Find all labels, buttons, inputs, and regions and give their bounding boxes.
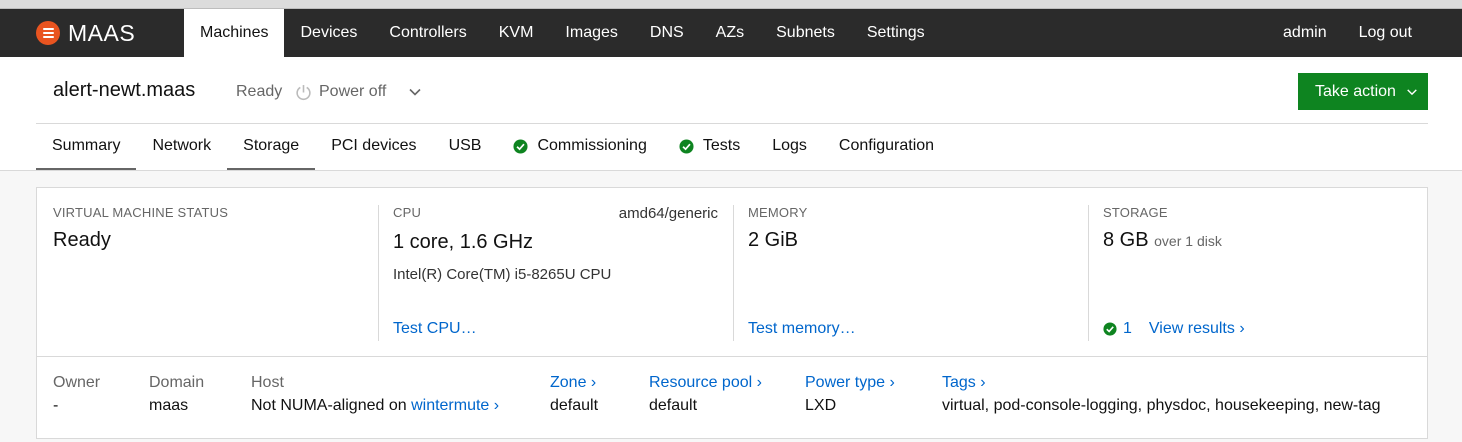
tags-field: Tags › virtual, pod-console-logging, phy… — [942, 374, 1381, 415]
tab-commissioning-label: Commissioning — [537, 137, 647, 154]
nav-machines[interactable]: Machines — [184, 9, 285, 57]
tab-tests-label: Tests — [702, 137, 741, 154]
power-type-value: LXD — [805, 397, 837, 414]
storage-value-row: 8 GB over 1 disk — [1103, 229, 1413, 252]
tab-configuration[interactable]: Configuration — [823, 124, 950, 171]
nav-dns[interactable]: DNS — [634, 9, 700, 57]
owner-value: - — [53, 397, 59, 414]
nav-controllers[interactable]: Controllers — [373, 9, 482, 57]
power-status: Power off — [295, 83, 386, 101]
tags-value: virtual, pod-console-logging, physdoc, h… — [942, 397, 1381, 414]
nav-devices[interactable]: Devices — [284, 9, 373, 57]
memory-value: 2 GiB — [748, 229, 799, 251]
power-status-label: Power off — [319, 83, 387, 100]
power-type-link[interactable]: Power type › — [805, 374, 895, 391]
header-bottom-border — [0, 170, 1462, 171]
tab-summary[interactable]: Summary — [36, 124, 137, 171]
column-divider — [733, 205, 734, 341]
nav-azs[interactable]: AZs — [700, 9, 760, 57]
tab-pci-devices[interactable]: PCI devices — [315, 124, 432, 171]
chevron-down-icon — [1407, 88, 1417, 95]
storage-value: 8 GB — [1103, 229, 1149, 251]
take-action-label: Take action — [1315, 82, 1396, 100]
nav-kvm[interactable]: KVM — [483, 9, 550, 57]
storage-test-results: 1 View results › — [1103, 320, 1245, 338]
browser-tab-strip — [0, 0, 1462, 9]
power-icon — [296, 84, 311, 100]
vm-status-value: Ready — [53, 229, 111, 251]
maas-logo-text: MAAS — [68, 19, 136, 46]
nav-images[interactable]: Images — [549, 9, 633, 57]
host-link[interactable]: wintermute › — [411, 397, 499, 414]
nav-subnets[interactable]: Subnets — [760, 9, 851, 57]
resource-pool-value: default — [649, 397, 698, 414]
zone-link[interactable]: Zone › — [550, 374, 596, 391]
machine-status: Ready — [236, 83, 283, 100]
zone-field: Zone › default — [550, 374, 598, 415]
maas-logo[interactable]: MAAS — [36, 20, 135, 46]
top-navbar: MAAS Machines Devices Controllers KVM Im… — [0, 9, 1462, 57]
nav-user[interactable]: admin — [1267, 9, 1343, 57]
power-chevron-down-icon[interactable] — [408, 85, 422, 99]
maas-logo-icon — [36, 21, 60, 45]
cpu-arch: amd64/generic — [618, 205, 718, 222]
test-memory-link[interactable]: Test memory… — [748, 320, 856, 338]
tab-storage[interactable]: Storage — [227, 124, 316, 171]
cpu-label: CPU — [393, 205, 422, 220]
host-field: Host Not NUMA-aligned on wintermute › — [251, 374, 499, 415]
machine-tabs: Summary Network Storage PCI devices USB … — [36, 124, 950, 171]
column-divider — [1088, 205, 1089, 341]
tab-commissioning[interactable]: Commissioning — [497, 124, 662, 171]
summary-card: VIRTUAL MACHINE STATUS Ready CPU amd64/g… — [36, 187, 1428, 439]
owner-label: Owner — [53, 374, 101, 391]
machine-header: alert-newt.maas Ready Power off Take act… — [0, 57, 1462, 171]
success-check-icon — [679, 138, 694, 154]
storage-disk-count: over 1 disk — [1154, 233, 1222, 249]
test-cpu-link[interactable]: Test CPU… — [393, 320, 477, 338]
tags-link[interactable]: Tags › — [942, 374, 986, 391]
tab-tests[interactable]: Tests — [663, 124, 756, 171]
domain-field: Domain maas — [149, 374, 204, 415]
cpu-value: 1 core, 1.6 GHz — [393, 231, 534, 253]
host-value-row: Not NUMA-aligned on wintermute › — [251, 397, 499, 415]
cpu-model: Intel(R) Core(TM) i5-8265U CPU — [393, 266, 612, 283]
main-nav: Machines Devices Controllers KVM Images … — [184, 9, 941, 57]
vm-status-column: VIRTUAL MACHINE STATUS Ready — [53, 205, 373, 341]
host-value: Not NUMA-aligned on — [251, 397, 407, 414]
storage-label: STORAGE — [1103, 205, 1168, 220]
success-check-icon — [513, 138, 528, 154]
success-check-icon — [1103, 322, 1117, 336]
tab-network[interactable]: Network — [136, 124, 227, 171]
machine-name: alert-newt.maas — [53, 79, 196, 101]
zone-value: default — [550, 397, 599, 414]
tab-logs[interactable]: Logs — [756, 124, 823, 171]
resource-pool-link[interactable]: Resource pool › — [649, 374, 762, 391]
host-label: Host — [251, 374, 284, 391]
nav-settings[interactable]: Settings — [851, 9, 941, 57]
domain-value: maas — [149, 397, 189, 414]
tab-usb[interactable]: USB — [433, 124, 498, 171]
view-results-link[interactable]: View results › — [1149, 320, 1245, 338]
logout-link[interactable]: Log out — [1343, 9, 1428, 57]
owner-field: Owner - — [53, 374, 100, 415]
user-nav: admin Log out — [1267, 9, 1428, 57]
storage-passed-count: 1 — [1123, 320, 1132, 337]
card-divider — [37, 356, 1427, 357]
resource-pool-field: Resource pool › default — [649, 374, 762, 415]
domain-label: Domain — [149, 374, 205, 391]
vm-status-label: VIRTUAL MACHINE STATUS — [53, 205, 229, 220]
memory-label: MEMORY — [748, 205, 808, 220]
column-divider — [378, 205, 379, 341]
power-type-field: Power type › LXD — [805, 374, 895, 415]
take-action-button[interactable]: Take action — [1298, 73, 1428, 110]
